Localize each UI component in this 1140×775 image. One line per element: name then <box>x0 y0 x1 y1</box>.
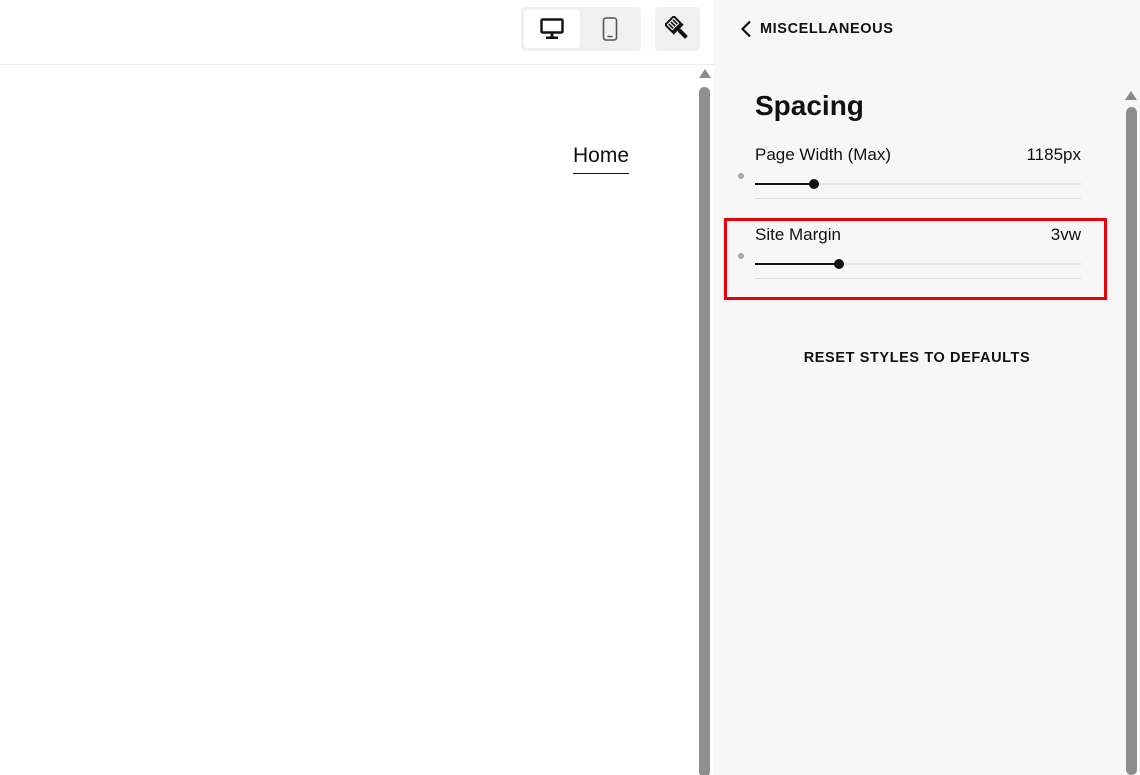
mobile-phone-icon <box>602 17 618 41</box>
setting-drag-dot <box>738 173 744 179</box>
section-title: Spacing <box>755 90 864 121</box>
setting-value: 1185px <box>1026 145 1081 164</box>
page-width-slider[interactable] <box>755 178 1081 190</box>
preview-scrollbar[interactable] <box>698 68 711 775</box>
back-link-label: MISCELLANEOUS <box>760 21 894 37</box>
desktop-view-button[interactable] <box>524 10 580 48</box>
style-panel: MISCELLANEOUS Spacing Page Width (Max) 1… <box>714 0 1140 775</box>
slider-handle[interactable] <box>808 179 819 189</box>
device-view-toggle <box>521 7 641 51</box>
site-preview: Home <box>0 0 714 775</box>
setting-divider <box>755 198 1081 199</box>
panel-scrollbar-thumb[interactable] <box>1126 107 1137 775</box>
mobile-view-button[interactable] <box>582 10 638 48</box>
back-to-miscellaneous-link[interactable]: MISCELLANEOUS <box>740 18 893 40</box>
panel-scrollbar[interactable] <box>1125 88 1138 775</box>
setting-drag-dot <box>738 253 744 259</box>
slider-fill <box>755 263 839 265</box>
slider-fill <box>755 183 814 185</box>
setting-label: Site Margin <box>755 225 841 244</box>
style-editor-window: Home MISCELLANEOUS Spacing Page Width (M… <box>0 0 1140 775</box>
site-styles-button[interactable] <box>655 7 700 51</box>
reset-styles-button[interactable]: RESET STYLES TO DEFAULTS <box>714 350 1120 366</box>
paint-brush-icon <box>664 16 687 39</box>
desktop-monitor-icon <box>540 18 564 39</box>
setting-value: 3vw <box>1050 225 1081 244</box>
preview-toolbar <box>0 0 714 65</box>
scroll-up-arrow-icon[interactable] <box>1125 91 1137 100</box>
setting-site-margin: Site Margin 3vw <box>738 225 1081 295</box>
scroll-up-arrow-icon[interactable] <box>699 69 711 78</box>
nav-link-home[interactable]: Home <box>573 143 630 174</box>
chevron-left-icon <box>740 20 751 38</box>
setting-divider <box>755 278 1081 279</box>
setting-label: Page Width (Max) <box>755 145 892 164</box>
setting-page-width: Page Width (Max) 1185px <box>738 145 1081 215</box>
site-margin-slider[interactable] <box>755 258 1081 270</box>
preview-scrollbar-thumb[interactable] <box>699 87 710 775</box>
slider-handle[interactable] <box>833 259 844 269</box>
